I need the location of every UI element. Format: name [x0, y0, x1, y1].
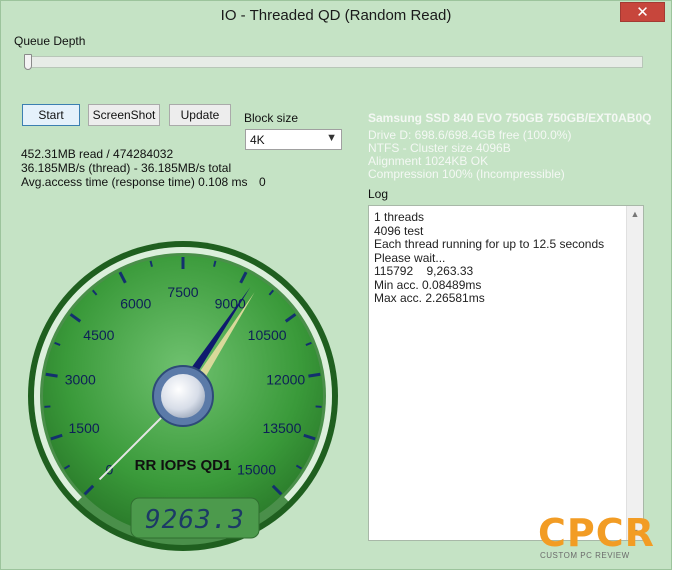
- log-line: Min acc. 0.08489ms: [374, 277, 482, 292]
- gauge-major-tick: [308, 372, 321, 378]
- cpcr-logo: CPCR CUSTOM PC REVIEW: [538, 513, 663, 563]
- log-scrollbar[interactable]: ▲ ▼: [626, 206, 643, 540]
- update-button[interactable]: Update: [169, 104, 231, 126]
- log-line: Max acc. 2.26581ms: [374, 291, 485, 305]
- gauge-tick-label: 12000: [266, 372, 305, 388]
- gauge-tick-label: 3000: [65, 372, 96, 388]
- log-line: Please wait...: [374, 250, 446, 265]
- screenshot-button[interactable]: ScreenShot: [88, 104, 160, 126]
- log-lines: 1 threads 4096 test Each thread running fo…: [374, 210, 605, 306]
- close-icon: ✕: [636, 4, 649, 21]
- gauge-tick-label: 13500: [262, 420, 301, 436]
- drive-filesystem: NTFS - Cluster size 4096B: [368, 141, 511, 155]
- logo-text: CPCR: [538, 511, 655, 555]
- queue-depth-slider-thumb[interactable]: [24, 54, 32, 70]
- app-window: IO - Threaded QD (Random Read) ✕ Queue D…: [0, 0, 672, 570]
- gauge-tick-label: 7500: [167, 284, 198, 300]
- log-label: Log: [368, 187, 389, 201]
- block-size-select[interactable]: 4K ▼: [245, 129, 342, 150]
- block-size-value: 4K: [250, 133, 265, 147]
- logo-subtext: CUSTOM PC REVIEW: [540, 551, 630, 560]
- gauge-minor-tick: [149, 260, 153, 267]
- block-size-label: Block size: [244, 111, 299, 125]
- iops-gauge: 0150030004500600075009000105001200013500…: [28, 241, 338, 551]
- drive-name: Samsung SSD 840 EVO 750GB 750GB/EXT0AB0Q: [368, 111, 652, 125]
- gauge-tick-label: 10500: [248, 327, 287, 343]
- queue-depth-slider[interactable]: [24, 56, 643, 68]
- title-bar[interactable]: IO - Threaded QD (Random Read) ✕: [1, 1, 671, 31]
- gauge-major-tick: [45, 372, 58, 378]
- queue-depth-label: Queue Depth: [14, 34, 86, 48]
- log-line: 1 threads: [374, 210, 425, 224]
- extra-value: 0: [259, 175, 266, 189]
- gauge-tick-label: 15000: [237, 462, 276, 478]
- gauge-tick-label: 1500: [69, 420, 100, 436]
- gauge-minor-tick: [213, 260, 217, 267]
- gauge-tick-label: 9000: [215, 295, 246, 311]
- chevron-down-icon: ▼: [326, 132, 337, 144]
- access-time-stat: Avg.access time (response time) 0.108 ms: [21, 175, 248, 189]
- gauge-label: RR IOPS QD1: [135, 457, 232, 474]
- drive-free: Drive D: 698.6/698.4GB free (100.0%): [368, 128, 572, 142]
- gauge-tick-label: 6000: [120, 295, 151, 311]
- log-line: Each thread running for up to 12.5 secon…: [374, 237, 605, 251]
- gauge-hub: [161, 374, 205, 418]
- log-textbox[interactable]: 1 threads 4096 test Each thread running fo…: [368, 205, 644, 541]
- throughput-stat: 36.185MB/s (thread) - 36.185MB/s total: [21, 161, 232, 175]
- scroll-up-icon[interactable]: ▲: [627, 206, 643, 222]
- gauge-tick-label: 4500: [83, 327, 114, 343]
- log-line: 4096 test: [374, 223, 424, 238]
- close-button[interactable]: ✕: [620, 2, 665, 22]
- log-line: 115792 9,263.33: [374, 264, 474, 278]
- read-stat: 452.31MB read / 474284032: [21, 147, 174, 161]
- client-area: Queue Depth Start ScreenShot Update Bloc…: [8, 31, 665, 565]
- start-button[interactable]: Start: [22, 104, 80, 126]
- window-title: IO - Threaded QD (Random Read): [220, 7, 452, 24]
- drive-compression: Compression 100% (Incompressible): [368, 167, 565, 181]
- digital-readout: 9263.3: [145, 505, 245, 535]
- drive-alignment: Alignment 1024KB OK: [368, 154, 489, 168]
